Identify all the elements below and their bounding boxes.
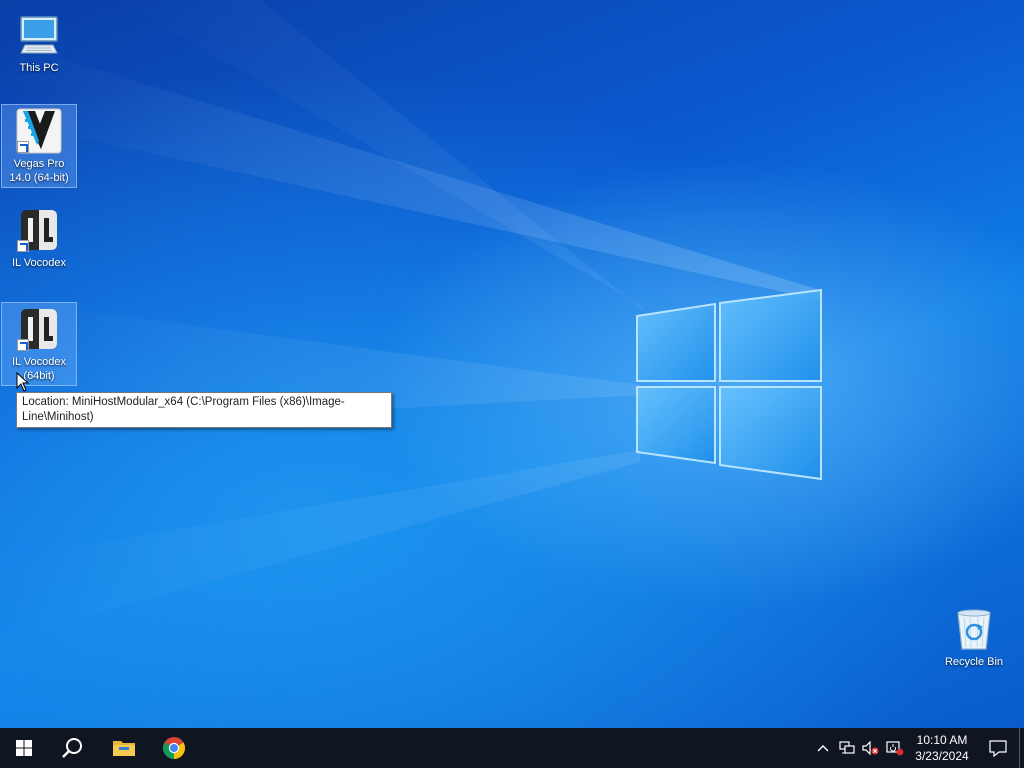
system-tray: 10:10 AM 3/23/2024	[811, 728, 1024, 768]
windows-logo-wallpaper	[636, 288, 822, 481]
mouse-cursor-icon	[16, 372, 30, 392]
desktop-icon-label: Vegas Pro 14.0 (64-bit)	[9, 158, 69, 184]
desktop[interactable]: This PC Vegas Pro 14.0 (64-bit) IL Vocod…	[0, 0, 1024, 728]
windows-start-icon	[16, 740, 32, 756]
action-center-icon	[989, 739, 1007, 757]
vegas-pro-icon	[15, 107, 63, 155]
action-center-button[interactable]	[977, 728, 1019, 768]
show-desktop-button[interactable]	[1019, 728, 1024, 768]
desktop-icon-this-pc[interactable]: This PC	[1, 8, 77, 76]
shortcut-arrow-icon	[17, 339, 29, 351]
desktop-icon-label: IL Vocodex (64bit)	[11, 356, 67, 382]
network-icon[interactable]	[835, 728, 859, 768]
location-tooltip: Location: MiniHostModular_x64 (C:\Progra…	[16, 392, 392, 428]
clock-date: 3/23/2024	[915, 749, 969, 763]
taskbar-file-explorer[interactable]	[100, 728, 148, 768]
shortcut-arrow-icon	[17, 141, 29, 153]
taskbar-clock[interactable]: 10:10 AM 3/23/2024	[907, 728, 977, 768]
search-icon	[62, 738, 82, 758]
recycle-bin-icon	[950, 605, 998, 653]
il-vocodex-icon	[15, 206, 63, 254]
tooltip-text: Location: MiniHostModular_x64 (C:\Progra…	[22, 396, 345, 423]
search-button[interactable]	[48, 728, 96, 768]
desktop-icon-label: IL Vocodex	[11, 257, 67, 269]
clock-time: 10:10 AM	[916, 733, 968, 747]
desktop-icon-il-vocodex[interactable]: IL Vocodex	[1, 203, 77, 271]
desktop-icon-vegas-pro[interactable]: Vegas Pro 14.0 (64-bit)	[1, 104, 77, 188]
chrome-icon	[163, 737, 185, 759]
desktop-icon-label: This PC	[19, 62, 59, 74]
taskbar-chrome[interactable]	[150, 728, 198, 768]
power-icon[interactable]	[883, 728, 907, 768]
file-explorer-icon	[113, 741, 135, 756]
chevron-up-icon[interactable]	[811, 728, 835, 768]
desktop-icon-il-vocodex-64bit[interactable]: IL Vocodex (64bit)	[1, 302, 77, 386]
volume-muted-icon[interactable]	[859, 728, 883, 768]
computer-icon	[15, 11, 63, 59]
desktop-icon-recycle-bin[interactable]: Recycle Bin	[936, 602, 1012, 670]
wallpaper	[0, 0, 822, 640]
taskbar[interactable]: 10:10 AM 3/23/2024	[0, 728, 1024, 768]
start-button[interactable]	[0, 728, 48, 768]
il-vocodex-icon	[15, 305, 63, 353]
desktop-icon-label: Recycle Bin	[944, 656, 1004, 668]
shortcut-arrow-icon	[17, 240, 29, 252]
